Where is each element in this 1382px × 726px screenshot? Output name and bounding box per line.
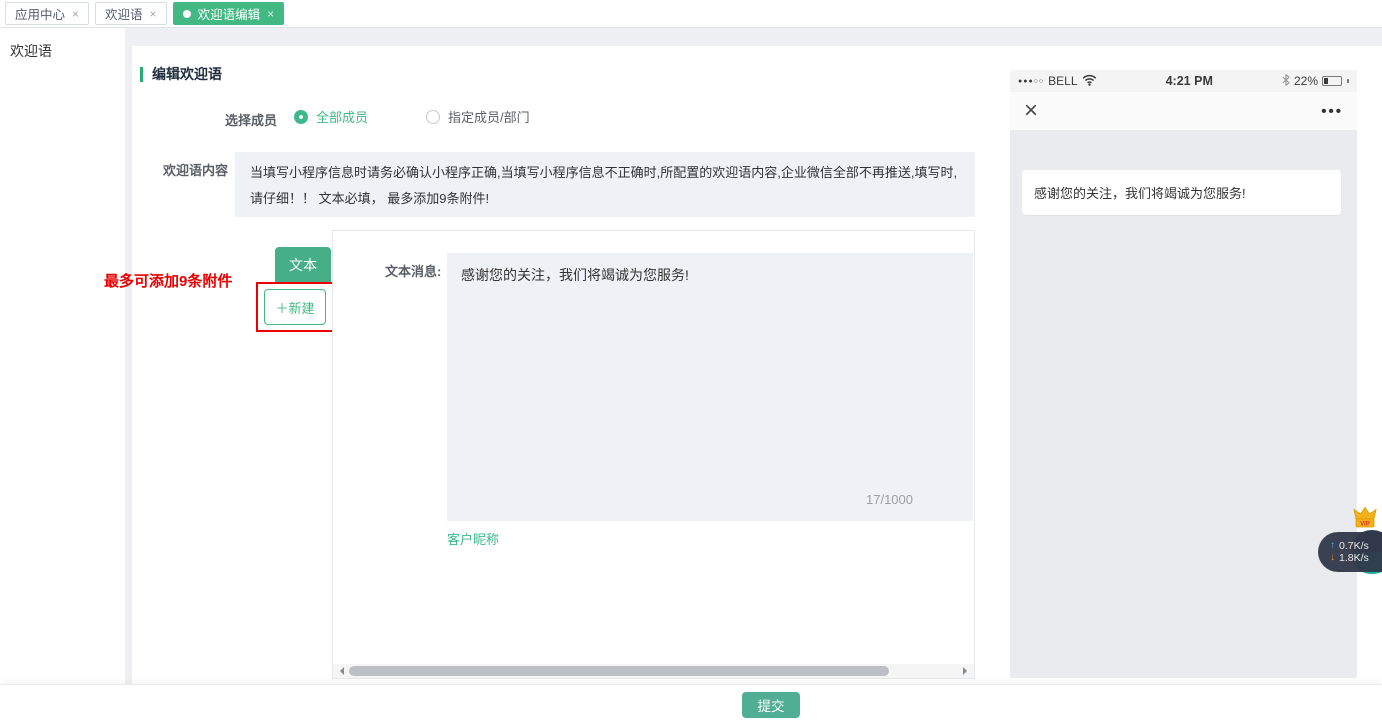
phone-preview: ●●●○○ BELL 4:21 PM 22%	[1010, 70, 1357, 678]
footer-bar	[0, 684, 1382, 726]
carrier-label: BELL	[1048, 74, 1077, 88]
sidebar-item-welcome[interactable]: 欢迎语	[0, 28, 125, 61]
bluetooth-icon	[1282, 74, 1290, 89]
char-counter: 17/1000	[866, 492, 913, 507]
tab-close-icon[interactable]: ×	[72, 8, 79, 20]
upload-arrow-icon: ↑	[1330, 541, 1335, 551]
radio-specified-members-label[interactable]: 指定成员/部门	[448, 107, 530, 126]
download-arrow-icon: ↓	[1330, 553, 1335, 563]
annotation-text: 最多可添加9条附件	[104, 270, 232, 291]
text-message-label: 文本消息:	[385, 261, 441, 280]
add-attachment-button[interactable]: ＋新建	[264, 289, 326, 325]
tab-close-icon[interactable]: ×	[267, 8, 274, 20]
page-title: 编辑欢迎语	[152, 64, 222, 84]
submit-button[interactable]: 提交	[742, 692, 800, 718]
phone-more-icon[interactable]: •••	[1321, 103, 1343, 120]
welcome-content-label: 欢迎语内容	[163, 160, 228, 179]
section-title: 编辑欢迎语	[140, 64, 222, 84]
phone-close-icon[interactable]: ×	[1024, 99, 1038, 123]
tab-app-center[interactable]: 应用中心 ×	[5, 2, 89, 25]
tab-label: 应用中心	[15, 4, 65, 23]
tab-label: 欢迎语	[105, 4, 143, 23]
phone-status-bar: ●●●○○ BELL 4:21 PM 22%	[1010, 70, 1357, 92]
sidebar: 欢迎语	[0, 28, 125, 726]
tab-close-icon[interactable]: ×	[150, 8, 157, 20]
wifi-icon	[1082, 74, 1097, 89]
tab-label: 欢迎语编辑	[198, 4, 261, 23]
message-textarea[interactable]: 感谢您的关注，我们将竭诚为您服务!	[447, 253, 973, 521]
title-accent-bar	[140, 67, 143, 82]
radio-specified-members[interactable]	[426, 110, 440, 124]
text-attachment-tab[interactable]: 文本	[275, 247, 331, 283]
phone-time: 4:21 PM	[1097, 74, 1282, 88]
scrollbar-thumb[interactable]	[349, 666, 889, 676]
battery-percent: 22%	[1294, 74, 1318, 88]
app-root: 应用中心 × 欢迎语 × 欢迎语编辑 × 欢迎语 编辑欢迎语 选择成员 全部成员…	[0, 0, 1382, 726]
scroll-right-arrow-icon[interactable]	[963, 667, 971, 675]
tab-welcome-edit[interactable]: 欢迎语编辑 ×	[173, 2, 285, 25]
download-speed: 1.8K/s	[1339, 553, 1369, 564]
member-radio-group: 全部成员 指定成员/部门	[294, 107, 530, 126]
vip-label: VIP	[1360, 522, 1370, 528]
network-speed-widget[interactable]: ↑ 0.7K/s ↓ 1.8K/s	[1318, 532, 1382, 572]
battery-icon	[1322, 76, 1342, 86]
notice-box: 当填写小程序信息时请务必确认小程序正确,当填写小程序信息不正确时,所配置的欢迎语…	[235, 152, 975, 217]
battery-nub	[1347, 79, 1349, 83]
horizontal-scrollbar[interactable]	[333, 664, 974, 678]
scroll-left-arrow-icon[interactable]	[336, 667, 344, 675]
phone-nav-bar: × •••	[1010, 92, 1357, 130]
active-tab-dot-icon	[183, 10, 191, 18]
message-bubble: 感谢您的关注，我们将竭诚为您服务!	[1022, 170, 1341, 215]
member-select-label: 选择成员	[225, 110, 277, 129]
vip-crown-icon: VIP	[1352, 506, 1378, 535]
tab-welcome[interactable]: 欢迎语 ×	[95, 2, 167, 25]
tab-bar: 应用中心 × 欢迎语 × 欢迎语编辑 ×	[0, 0, 1382, 28]
status-right-cluster: 22%	[1282, 74, 1349, 89]
phone-chat-body: 感谢您的关注，我们将竭诚为您服务!	[1010, 130, 1357, 678]
upload-speed: 0.7K/s	[1339, 541, 1369, 552]
radio-all-members[interactable]	[294, 110, 308, 124]
radio-all-members-label[interactable]: 全部成员	[316, 107, 368, 126]
customer-nickname-link[interactable]: 客户昵称	[447, 529, 499, 548]
signal-dots-icon: ●●●○○	[1018, 78, 1044, 85]
